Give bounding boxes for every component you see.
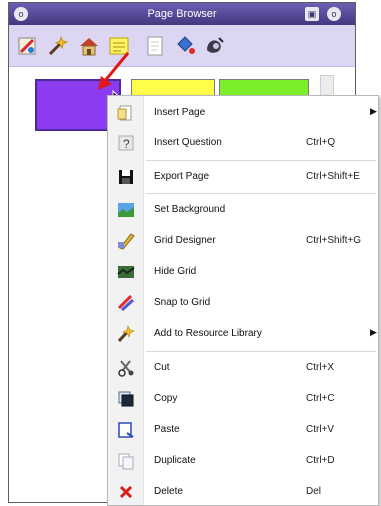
menu-item-label: Insert Question [154, 137, 222, 148]
menu-item-snap-to-grid[interactable]: Snap to Grid [108, 288, 378, 318]
resource-library-icon [117, 325, 135, 343]
magic-wand-icon[interactable] [47, 34, 71, 58]
background-icon [118, 203, 134, 217]
menu-item-shortcut: Del [306, 486, 322, 497]
menu-item-grid-designer[interactable]: Grid Designer Ctrl+Shift+G [108, 226, 378, 256]
menu-item-label: Grid Designer [154, 235, 216, 246]
menu-item-insert-page[interactable]: Insert Page ▶ [108, 98, 378, 128]
menu-item-label: Copy [154, 393, 178, 404]
cut-icon [118, 360, 134, 377]
paint-icon[interactable] [15, 34, 39, 58]
menu-item-label: Snap to Grid [154, 297, 211, 308]
copy-icon [118, 391, 134, 407]
menu-item-copy[interactable]: Copy Ctrl+C [108, 384, 378, 414]
menu-item-insert-question[interactable]: ? Insert Question Ctrl+Q [108, 128, 378, 158]
menu-item-hide-grid[interactable]: Hide Grid [108, 257, 378, 287]
menu-item-label: Duplicate [154, 455, 196, 466]
paint-bucket-icon[interactable] [173, 34, 197, 58]
menu-item-label: Add to Resource Library [154, 328, 262, 339]
window-title: Page Browser [147, 8, 217, 20]
window-menu-button[interactable]: o [14, 7, 28, 21]
menu-item-shortcut: Ctrl+D [306, 455, 335, 466]
menu-item-set-background[interactable]: Set Background [108, 195, 378, 225]
menu-item-label: Set Background [154, 204, 226, 215]
paste-icon [118, 422, 134, 438]
grid-designer-icon [118, 233, 135, 250]
menu-item-shortcut: Ctrl+V [306, 424, 335, 435]
question-icon: ? [118, 135, 134, 151]
menu-item-delete[interactable]: Delete Del [108, 477, 378, 506]
menu-item-shortcut: Ctrl+Shift+G [306, 235, 362, 246]
delete-icon [119, 485, 133, 499]
window-close-button[interactable]: o [327, 7, 341, 21]
menu-item-add-to-resource-library[interactable]: Add to Resource Library ▶ [108, 319, 378, 349]
window-options-button[interactable]: ▣ [305, 7, 319, 21]
svg-text:?: ? [123, 137, 130, 151]
menu-item-shortcut: Ctrl+C [306, 393, 335, 404]
submenu-arrow-icon: ▶ [370, 327, 377, 337]
export-icon [119, 170, 133, 184]
menu-separator [146, 193, 376, 194]
snap-icon [117, 294, 135, 312]
toolbar [9, 25, 355, 67]
menu-item-shortcut: Ctrl+X [306, 362, 335, 373]
submenu-arrow-icon: ▶ [370, 106, 377, 116]
menu-item-label: Export Page [154, 171, 210, 182]
context-menu: Insert Page ▶ ? Insert Question Ctrl+Q E… [107, 95, 379, 506]
menu-separator [146, 351, 376, 352]
annotation-arrow-icon [98, 52, 130, 90]
page-icon[interactable] [143, 34, 167, 58]
hide-grid-icon [117, 266, 135, 278]
menu-item-paste[interactable]: Paste Ctrl+V [108, 415, 378, 445]
menu-item-label: Cut [154, 362, 170, 373]
menu-item-export-page[interactable]: Export Page Ctrl+Shift+E [108, 162, 378, 192]
menu-item-label: Hide Grid [154, 266, 197, 277]
menu-item-cut[interactable]: Cut Ctrl+X [108, 353, 378, 383]
menu-separator [146, 160, 376, 161]
menu-item-label: Paste [154, 424, 180, 435]
menu-item-label: Insert Page [154, 107, 206, 118]
title-bar[interactable]: o Page Browser ▣ o [9, 3, 355, 25]
menu-item-duplicate[interactable]: Duplicate Ctrl+D [108, 446, 378, 476]
duplicate-icon [118, 453, 134, 470]
insert-page-icon [117, 105, 132, 121]
menu-item-label: Delete [154, 486, 183, 497]
camera-icon[interactable] [203, 34, 227, 58]
menu-item-shortcut: Ctrl+Shift+E [306, 171, 360, 182]
menu-item-shortcut: Ctrl+Q [306, 137, 336, 148]
